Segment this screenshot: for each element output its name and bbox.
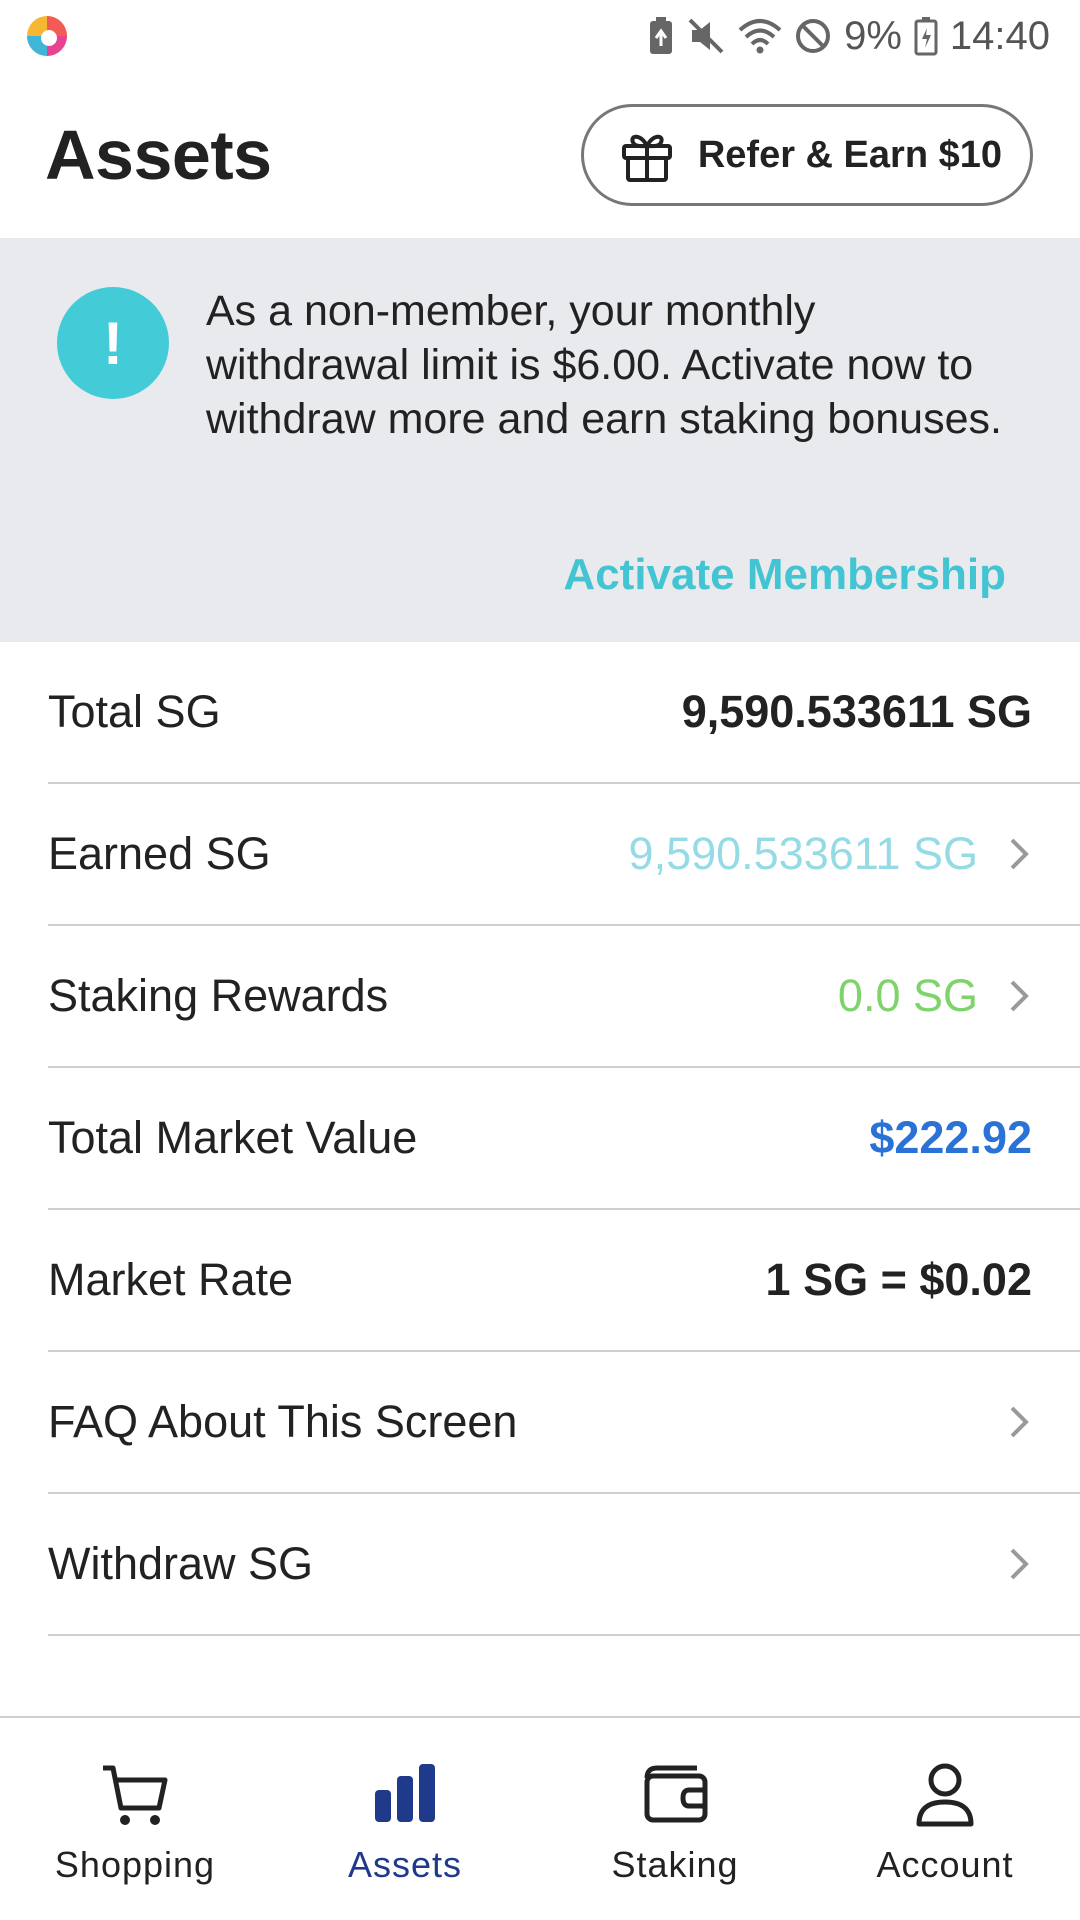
activate-membership-link[interactable]: Activate Membership	[563, 550, 1006, 600]
total-sg-row: Total SG 9,590.533611 SG	[48, 642, 1080, 784]
withdraw-sg-label: Withdraw SG	[48, 1538, 314, 1589]
bar-chart-icon	[375, 1764, 435, 1822]
market-rate-label: Market Rate	[48, 1254, 294, 1305]
staking-rewards-row[interactable]: Staking Rewards 0.0 SG	[48, 926, 1080, 1068]
refer-earn-label: Refer & Earn $10	[697, 133, 1002, 176]
earned-sg-row[interactable]: Earned SG 9,590.533611 SG	[48, 784, 1080, 926]
asset-list: Total SG 9,590.533611 SG Earned SG 9,590…	[0, 642, 1080, 1636]
withdraw-sg-row[interactable]: Withdraw SG	[48, 1494, 1080, 1636]
battery-percent: 9%	[844, 13, 902, 58]
wifi-icon	[738, 19, 782, 54]
nav-shopping-label: Shopping	[54, 1844, 216, 1885]
nav-staking[interactable]: Staking	[540, 1718, 810, 1920]
do-not-disturb-icon	[796, 19, 831, 53]
mute-icon	[688, 18, 724, 54]
membership-notice: ! As a non-member, your monthly withdraw…	[0, 238, 1080, 642]
colorful-circle-logo-icon	[27, 16, 67, 56]
exclamation-icon: !	[57, 287, 169, 399]
refer-earn-button[interactable]: Refer & Earn $10	[580, 104, 1033, 206]
chevron-right-icon	[1010, 1548, 1029, 1580]
gift-icon	[621, 134, 672, 182]
total-market-value-label: Total Market Value	[48, 1112, 418, 1163]
total-market-value-row: Total Market Value $222.92	[48, 1068, 1080, 1210]
notice-message: As a non-member, your monthly withdrawal…	[206, 287, 1002, 443]
header: Assets Refer & Earn $10	[0, 72, 1080, 238]
total-sg-label: Total SG	[48, 686, 221, 737]
nav-assets[interactable]: Assets	[270, 1718, 540, 1920]
faq-row[interactable]: FAQ About This Screen	[48, 1352, 1080, 1494]
nav-staking-label: Staking	[611, 1844, 739, 1885]
chevron-right-icon	[1010, 838, 1029, 870]
assets-screen: 9% 14:40 Assets Refer & Earn $10 ! As a …	[0, 0, 1080, 1920]
chevron-right-icon	[1010, 1406, 1029, 1438]
market-rate-value: 1 SG = $0.02	[765, 1254, 1032, 1305]
faq-label: FAQ About This Screen	[48, 1396, 518, 1447]
clock: 14:40	[949, 13, 1050, 58]
earned-sg-value: 9,590.533611 SG	[628, 828, 978, 879]
total-market-value: $222.92	[869, 1112, 1032, 1163]
market-rate-row: Market Rate 1 SG = $0.02	[48, 1210, 1080, 1352]
person-icon	[916, 1763, 974, 1827]
nav-account-label: Account	[876, 1844, 1014, 1885]
staking-rewards-label: Staking Rewards	[48, 970, 389, 1021]
wallet-icon	[644, 1765, 708, 1823]
cart-icon	[103, 1765, 168, 1825]
earned-sg-label: Earned SG	[48, 828, 271, 879]
staking-rewards-value: 0.0 SG	[837, 970, 978, 1021]
battery-saver-icon	[650, 17, 673, 54]
nav-assets-label: Assets	[347, 1844, 463, 1885]
nav-shopping[interactable]: Shopping	[0, 1718, 270, 1920]
page-title: Assets	[45, 116, 272, 194]
battery-icon	[914, 17, 938, 56]
total-sg-value: 9,590.533611 SG	[681, 686, 1032, 737]
chevron-right-icon	[1010, 980, 1029, 1012]
status-bar: 9% 14:40	[0, 0, 1080, 72]
nav-account[interactable]: Account	[810, 1718, 1080, 1920]
bottom-nav: Shopping Assets Staking Account	[0, 1716, 1080, 1920]
